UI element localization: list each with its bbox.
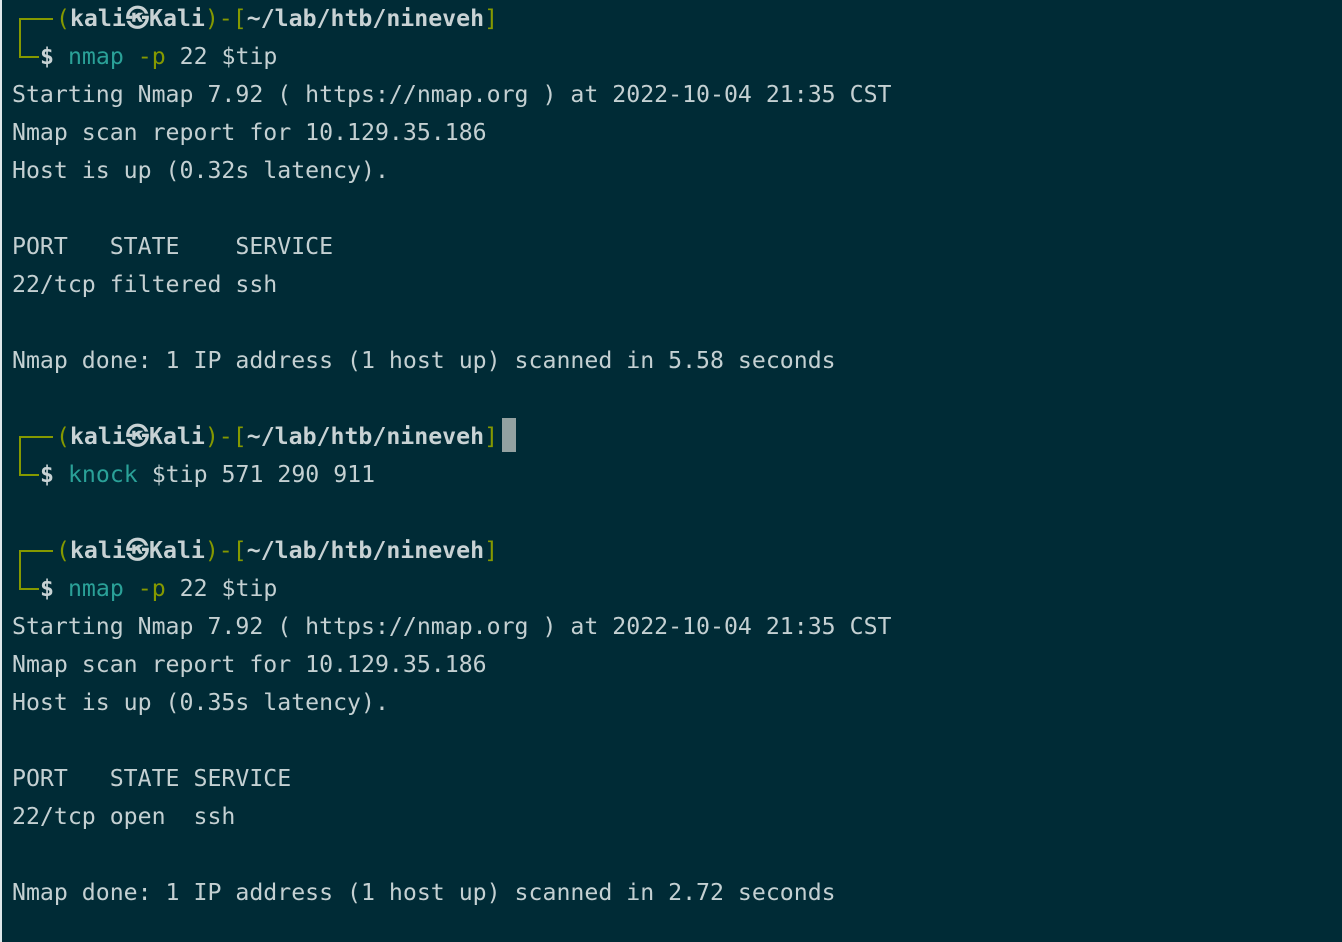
- prompt-header: (kali㉿Kali)-[~/lab/htb/nineveh]: [12, 0, 1332, 40]
- prompt-header: (kali㉿Kali)-[~/lab/htb/nineveh]: [12, 418, 1332, 458]
- output-line: 22/tcp filtered ssh: [12, 271, 278, 298]
- output-line: 22/tcp open ssh: [12, 803, 236, 830]
- prompt-corner-top: [19, 18, 53, 40]
- output-line: Host is up (0.32s latency).: [12, 157, 389, 184]
- output-line: Host is up (0.35s latency).: [12, 689, 389, 716]
- output-line: PORT STATE SERVICE: [12, 765, 292, 792]
- window-edge: [0, 0, 2, 942]
- output-line: Starting Nmap 7.92 ( https://nmap.org ) …: [12, 613, 892, 640]
- output-line: PORT STATE SERVICE: [12, 233, 334, 260]
- prompt-corner-bottom: [19, 456, 39, 476]
- output-line: Nmap done: 1 IP address (1 host up) scan…: [12, 347, 836, 374]
- output-line: Nmap scan report for 10.129.35.186: [12, 119, 487, 146]
- command-line: $ nmap -p 22 $tip: [12, 570, 1332, 608]
- prompt-header: (kali㉿Kali)-[~/lab/htb/nineveh]: [12, 532, 1332, 572]
- terminal-output[interactable]: (kali㉿Kali)-[~/lab/htb/nineveh] $ nmap -…: [12, 0, 1332, 912]
- prompt-corner-top: [19, 550, 53, 572]
- command-line: $ knock $tip 571 290 911: [12, 456, 1332, 494]
- text-cursor: [502, 418, 517, 452]
- prompt-corner-bottom: [19, 38, 39, 58]
- output-line: Nmap done: 1 IP address (1 host up) scan…: [12, 879, 836, 906]
- command-line: $ nmap -p 22 $tip: [12, 38, 1332, 76]
- prompt-corner-top: [19, 436, 53, 458]
- output-line: Starting Nmap 7.92 ( https://nmap.org ) …: [12, 81, 892, 108]
- prompt-corner-bottom: [19, 570, 39, 590]
- output-line: Nmap scan report for 10.129.35.186: [12, 651, 487, 678]
